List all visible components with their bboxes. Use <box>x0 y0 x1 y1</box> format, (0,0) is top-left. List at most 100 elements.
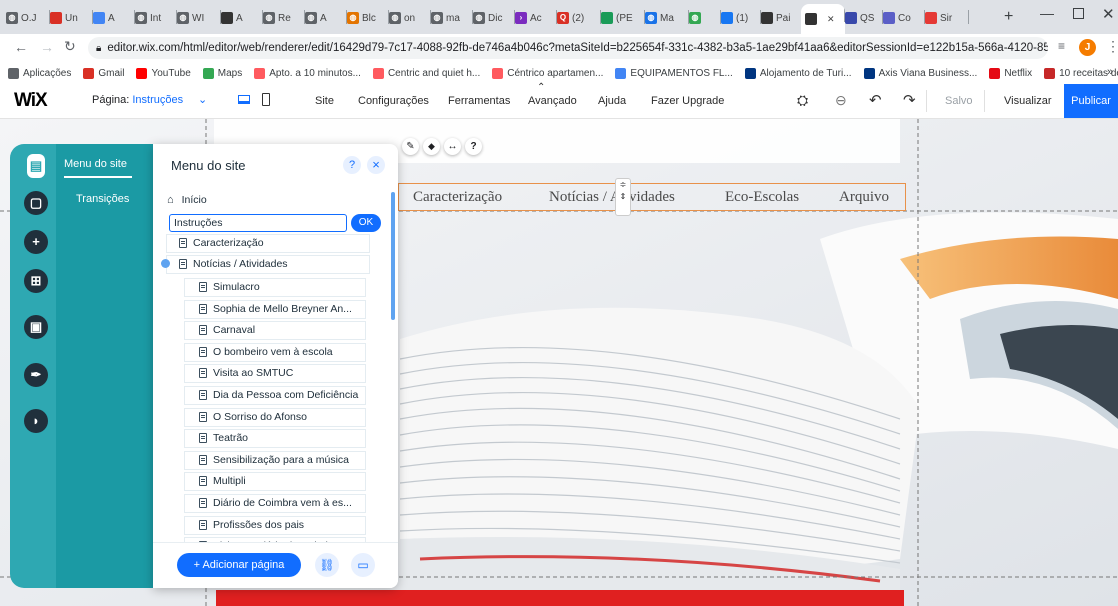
add-link-button[interactable]: ⛓ <box>315 553 339 577</box>
subpage-item[interactable]: O bombeiro vem à escola <box>185 343 365 361</box>
drag-handle-icon[interactable]: ≑ ⇕ <box>615 178 631 216</box>
close-window-icon[interactable]: ✕ <box>1102 5 1115 23</box>
pages-menu-icon[interactable]: ▤ <box>27 154 45 178</box>
bookmark-item[interactable]: YouTube <box>136 67 191 79</box>
browser-tab[interactable]: ◍ A <box>301 6 347 30</box>
back-icon[interactable]: ← <box>14 39 28 55</box>
subpage-item[interactable]: Profissões dos pais <box>185 516 365 534</box>
browser-tab[interactable]: Sir <box>921 6 969 30</box>
media-icon[interactable]: ▣ <box>24 315 48 339</box>
blog-icon[interactable]: ✒ <box>24 363 48 387</box>
preview-button[interactable]: Visualizar <box>1004 95 1052 107</box>
browser-tab[interactable]: ◍ Re <box>259 6 305 30</box>
stretch-icon[interactable]: ↔ <box>444 138 461 155</box>
subpage-item[interactable]: Diário de Coimbra vem à es... <box>185 495 365 512</box>
subpage-item[interactable]: Carnaval <box>185 322 365 340</box>
subpage-item[interactable]: Teatrão <box>185 430 365 448</box>
more-bookmarks-icon[interactable]: » <box>1107 66 1113 78</box>
browser-menu-icon[interactable]: ⋮ <box>1106 38 1118 55</box>
bookmark-item[interactable]: Maps <box>202 67 242 79</box>
add-folder-button[interactable]: ▭ <box>351 553 375 577</box>
wix-menu-item[interactable]: Site <box>315 84 334 118</box>
expand-subpages-icon[interactable] <box>161 259 170 268</box>
bookmark-item[interactable]: Apto. a 10 minutos... <box>254 67 361 79</box>
redo-icon[interactable]: ↷ <box>903 91 916 109</box>
undo-icon[interactable]: ↶ <box>869 91 882 109</box>
animation-icon[interactable]: ◆ <box>423 138 440 155</box>
red-banner[interactable] <box>216 590 904 606</box>
submenu-item-site-menu[interactable]: Menu do site <box>64 158 132 178</box>
site-nav-item[interactable]: Notícias / Atividades <box>549 189 675 206</box>
browser-tab[interactable]: ◍ Int <box>131 6 177 30</box>
browser-tab[interactable]: ◍ <box>685 6 721 30</box>
chat-icon[interactable]: ◗ <box>24 409 48 433</box>
browser-tab[interactable]: A <box>89 6 135 30</box>
bookmark-item[interactable]: Céntrico apartamen... <box>492 67 603 79</box>
bookmark-item[interactable]: Gmail <box>83 67 124 79</box>
maximize-icon[interactable] <box>1073 8 1084 19</box>
subpage-item[interactable]: Sensibilização para a música <box>185 451 365 469</box>
wix-menu-item[interactable]: Fazer Upgrade <box>651 84 724 118</box>
page-item-home[interactable]: ⌂ Início <box>153 192 398 209</box>
bookmark-item[interactable]: Centric and quiet h... <box>372 67 480 79</box>
scrollbar[interactable] <box>391 192 395 320</box>
browser-tab[interactable]: ◍ Dic <box>469 6 515 30</box>
mobile-view-icon[interactable] <box>262 93 270 106</box>
subpage-item[interactable]: Multipli <box>185 473 365 491</box>
subpage-item[interactable]: Dia da Pessoa com Deficiência <box>185 387 365 404</box>
new-tab-icon[interactable]: + <box>1004 8 1013 26</box>
browser-tab[interactable]: A <box>217 6 263 30</box>
collapse-icon[interactable]: ⌃ <box>537 82 545 93</box>
browser-tab[interactable]: ◍ ma <box>427 6 473 30</box>
browser-tab[interactable]: ◍ Ma <box>641 6 689 30</box>
site-nav-item[interactable]: Eco-Escolas <box>725 189 799 206</box>
wix-menu-item[interactable]: Ajuda <box>598 84 626 118</box>
chevron-down-icon[interactable]: ⌄ <box>198 93 207 106</box>
close-tab-icon[interactable]: ✕ <box>827 14 835 25</box>
page-item-noticias[interactable]: Notícias / Atividades <box>167 256 369 273</box>
subpage-item[interactable]: Visita ao SMTUC <box>185 365 365 383</box>
site-nav-item[interactable]: Arquivo <box>839 189 889 206</box>
submenu-item-transitions[interactable]: Transições <box>76 193 129 205</box>
browser-tab[interactable]: Co <box>879 6 925 30</box>
page-selector[interactable]: Página: Instruções <box>92 94 183 106</box>
wix-menu-item[interactable]: Avançado <box>528 84 577 118</box>
add-page-button[interactable]: + Adicionar página <box>177 553 301 577</box>
publish-button[interactable]: Publicar <box>1064 84 1118 118</box>
accessibility-icon[interactable]: ⛭ <box>797 92 808 109</box>
subpage-item[interactable]: Sophia de Mello Breyner An... <box>185 300 365 318</box>
browser-tab[interactable]: › Ac <box>511 6 557 30</box>
app-market-icon[interactable]: ⊞ <box>24 269 48 293</box>
close-panel-button[interactable]: × <box>367 156 385 174</box>
bookmark-item[interactable]: Alojamento de Turi... <box>744 67 852 79</box>
browser-tab[interactable]: QS <box>841 6 883 30</box>
help-button[interactable]: ? <box>343 156 361 174</box>
browser-tab[interactable]: Q (2) <box>553 6 601 30</box>
background-icon[interactable]: ▢ <box>24 191 48 215</box>
help-icon[interactable]: ? <box>465 138 482 155</box>
wix-menu-item[interactable]: Configurações <box>358 84 429 118</box>
wix-menu-item[interactable]: Ferramentas <box>448 84 510 118</box>
subpage-item[interactable]: Simulacro <box>185 279 365 296</box>
site-nav-item[interactable]: Caracterização <box>413 189 502 206</box>
browser-tab[interactable]: Un <box>46 6 93 30</box>
bookmark-item[interactable]: Aplicações <box>8 67 71 79</box>
forward-icon[interactable]: → <box>40 39 54 55</box>
browser-tab[interactable]: ◍ O.J <box>2 6 50 30</box>
site-nav-menu[interactable]: Caracterização Notícias / Atividades Eco-E… <box>398 178 906 216</box>
browser-tab[interactable]: (1) <box>717 6 761 30</box>
add-element-icon[interactable]: + <box>24 230 48 254</box>
profile-avatar[interactable]: J <box>1079 39 1096 56</box>
ok-button[interactable]: OK <box>351 214 381 232</box>
browser-tab[interactable]: Pai <box>757 6 805 30</box>
browser-tab[interactable]: (PE <box>597 6 645 30</box>
page-item-caracterizacao[interactable]: Caracterização <box>167 235 369 252</box>
browser-tab[interactable]: ◍ on <box>385 6 431 30</box>
bookmark-item[interactable]: Axis Viana Business... <box>863 67 977 79</box>
bookmark-item[interactable]: EQUIPAMENTOS FL... <box>615 67 733 79</box>
extensions-icon[interactable]: ≡ <box>1058 39 1065 53</box>
browser-tab[interactable]: ◍ Blc <box>343 6 389 30</box>
pen-icon[interactable]: ✎ <box>402 138 419 155</box>
subpage-item[interactable]: O Sorriso do Afonso <box>185 408 365 426</box>
minimize-icon[interactable]: — <box>1040 5 1054 21</box>
